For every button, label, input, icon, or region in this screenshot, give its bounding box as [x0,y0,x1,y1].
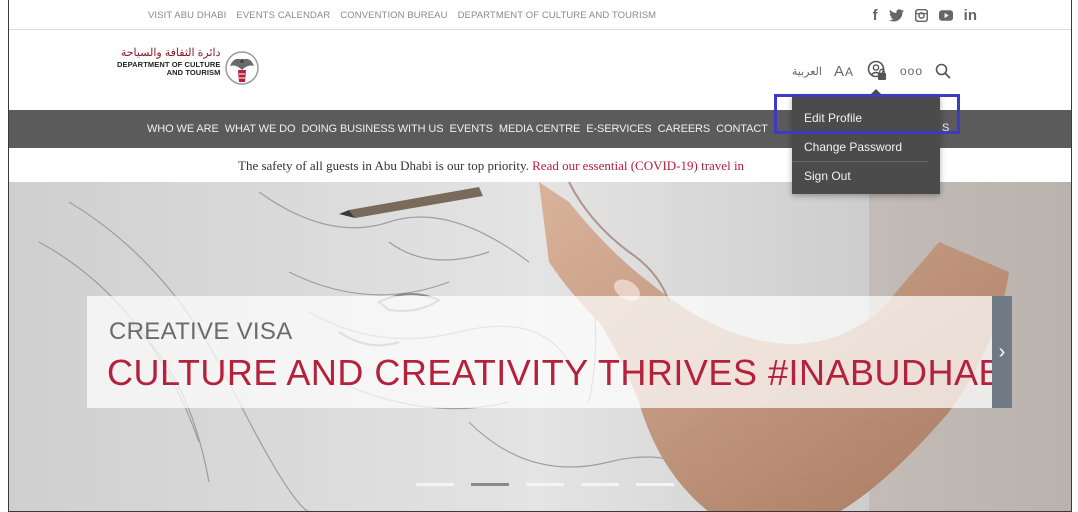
nav-careers[interactable]: CAREERS [658,123,711,135]
nav-e-services[interactable]: E-SERVICES [586,123,652,135]
link-department-culture-tourism[interactable]: DEPARTMENT OF CULTURE AND TOURISM [458,10,657,21]
notice-travel-link[interactable]: Read our essential (COVID-19) travel in [532,158,744,173]
highlight-box [774,94,960,134]
hero-title[interactable]: CULTURE AND CREATIVITY THRIVES #INABUDHA… [107,352,1014,394]
font-size-small: A [844,64,854,79]
user-account-icon[interactable] [866,60,888,82]
youtube-icon[interactable] [938,9,953,21]
language-switch[interactable]: العربية [792,65,822,78]
slide-indicator[interactable] [636,483,674,486]
slide-indicator[interactable] [416,483,454,486]
slide-indicator[interactable] [526,483,564,486]
search-icon[interactable] [935,63,951,79]
menu-sign-out[interactable]: Sign Out [792,161,928,190]
link-convention-bureau[interactable]: CONVENTION BUREAU [340,10,447,21]
logo-arabic: دائرة الثقافة والسياحة [120,47,221,59]
notice-text: The safety of all guests in Abu Dhabi is… [238,158,744,174]
nav-media-centre[interactable]: MEDIA CENTRE [499,123,580,135]
slide-indicator-active[interactable] [471,483,509,486]
font-size-large: A [833,62,845,80]
facebook-icon[interactable]: f [873,7,878,24]
logo-line-2: AND TOURISM [166,67,221,77]
nav-doing-business[interactable]: DOING BUSINESS WITH US [301,123,443,135]
slide-indicators [416,483,674,486]
linkedin-icon[interactable]: in [964,7,977,24]
social-links: f in [873,0,977,30]
nav-who-we-are[interactable]: WHO WE ARE [147,123,219,135]
twitter-icon[interactable] [888,8,904,22]
instagram-icon[interactable] [914,8,928,22]
top-utility-bar: VISIT ABU DHABI EVENTS CALENDAR CONVENTI… [9,0,1071,30]
menu-change-password[interactable]: Change Password [792,132,928,161]
falcon-emblem-icon [225,51,260,85]
dct-logo[interactable]: دائرة الثقافة والسياحة DEPARTMENT OF CUL… [117,48,260,92]
nav-contact-us[interactable]: CONTACT [716,123,768,135]
hero-subtitle: CREATIVE VISA [109,318,293,345]
font-size-toggle[interactable]: AA [834,63,854,80]
next-slide-button[interactable]: › [992,296,1012,408]
header-tools: العربية AA ooo [792,58,951,84]
nav-what-we-do[interactable]: WHAT WE DO [225,123,296,135]
hero-slider[interactable]: CREATIVE VISA CULTURE AND CREATIVITY THR… [9,182,1071,511]
logo-text: دائرة الثقافة والسياحة DEPARTMENT OF CUL… [117,48,220,76]
top-links: VISIT ABU DHABI EVENTS CALENDAR CONVENTI… [148,0,656,30]
nav-items: WHO WE ARE WHAT WE DO DOING BUSINESS WIT… [147,110,768,148]
link-events-calendar[interactable]: EVENTS CALENDAR [236,10,330,21]
chevron-right-icon: › [998,340,1006,363]
notice-message: The safety of all guests in Abu Dhabi is… [238,158,533,173]
browser-frame: VISIT ABU DHABI EVENTS CALENDAR CONVENTI… [8,0,1072,512]
link-visit-abu-dhabi[interactable]: VISIT ABU DHABI [148,10,226,21]
hero-caption: CREATIVE VISA CULTURE AND CREATIVITY THR… [87,296,1013,408]
slide-indicator[interactable] [581,483,619,486]
nav-events[interactable]: EVENTS [449,123,493,135]
more-options-icon[interactable]: ooo [900,64,923,78]
